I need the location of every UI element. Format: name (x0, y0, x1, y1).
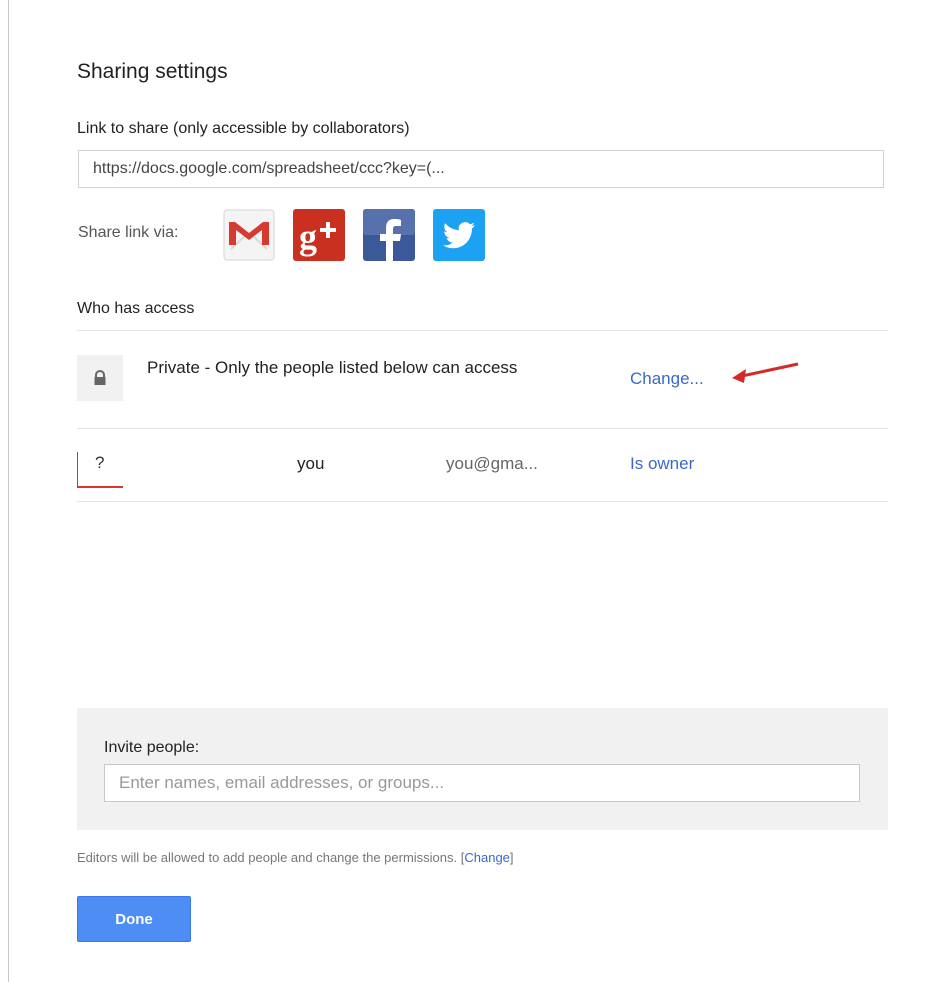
divider (77, 428, 888, 429)
editors-permission-note: Editors will be allowed to add people an… (77, 850, 514, 865)
lock-icon (77, 355, 123, 401)
google-plus-icon[interactable]: g (293, 209, 345, 261)
svg-text:g: g (299, 217, 317, 257)
editors-change-link[interactable]: Change (464, 850, 510, 865)
divider (77, 330, 888, 331)
dialog-title: Sharing settings (77, 60, 228, 83)
share-link-field[interactable]: https://docs.google.com/spreadsheet/ccc?… (78, 150, 884, 188)
invite-people-input[interactable] (104, 764, 860, 802)
share-via-label: Share link via: (78, 224, 179, 241)
who-has-access-heading: Who has access (77, 300, 195, 317)
window-left-border (8, 0, 9, 982)
person-email: you@gma... (446, 454, 538, 473)
divider (77, 501, 888, 502)
owner-role-link[interactable]: Is owner (630, 454, 694, 474)
done-button[interactable]: Done (77, 896, 191, 942)
invite-label: Invite people: (104, 739, 200, 756)
person-name: you (297, 454, 325, 473)
gmail-icon[interactable] (223, 209, 275, 261)
facebook-icon[interactable] (363, 209, 415, 261)
link-label: Link to share (only accessible by collab… (77, 120, 410, 137)
twitter-icon[interactable] (433, 209, 485, 261)
visibility-description: Private - Only the people listed below c… (147, 358, 518, 377)
annotation-arrow (728, 358, 802, 391)
avatar-placeholder-text: ? (95, 453, 105, 472)
change-visibility-link[interactable]: Change... (630, 369, 704, 389)
bracket-close: ] (509, 850, 514, 865)
editors-note-text: Editors will be allowed to add people an… (77, 850, 458, 865)
